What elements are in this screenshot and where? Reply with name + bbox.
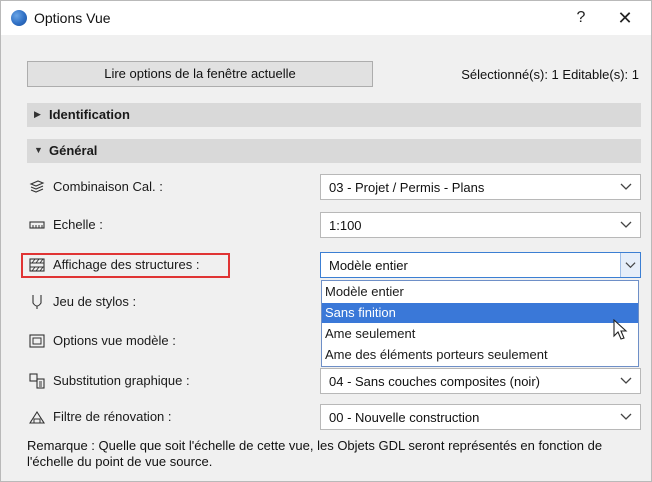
renovation-select[interactable]: 00 - Nouvelle construction [320, 404, 641, 430]
stylos-label: Jeu de stylos : [53, 294, 137, 309]
section-general[interactable]: ▼ Général [27, 139, 641, 163]
help-button[interactable]: ? [569, 6, 593, 30]
echelle-value: 1:100 [329, 218, 362, 233]
echelle-select[interactable]: 1:100 [320, 212, 641, 238]
section-identification[interactable]: ▶ Identification [27, 103, 641, 127]
affichage-select[interactable]: Modèle entier [320, 252, 641, 278]
chevron-down-icon [620, 413, 632, 420]
combinaison-label: Combinaison Cal. : [53, 179, 163, 194]
dropdown-option-ame-porteurs[interactable]: Ame des éléments porteurs seulement [322, 345, 638, 365]
dropdown-option-ame-seulement[interactable]: Ame seulement [322, 324, 638, 344]
combinaison-value: 03 - Projet / Permis - Plans [329, 180, 485, 195]
pen-icon [32, 295, 42, 309]
renovation-icon [29, 410, 45, 424]
app-logo-icon [11, 10, 27, 26]
remark-text: Remarque : Quelle que soit l'échelle de … [27, 438, 603, 469]
substitution-label: Substitution graphique : [53, 373, 190, 388]
ruler-icon [29, 221, 45, 229]
affichage-dropdown-list: Modèle entier Sans finition Ame seulemen… [321, 280, 639, 367]
layers-icon [29, 180, 45, 193]
renovation-value: 00 - Nouvelle construction [329, 410, 480, 425]
combinaison-select[interactable]: 03 - Projet / Permis - Plans [320, 174, 641, 200]
renovation-label: Filtre de rénovation : [53, 409, 172, 424]
expand-arrow-icon: ▶ [34, 109, 41, 119]
options-vue-label: Options vue modèle : [53, 333, 176, 348]
graphic-override-icon [29, 373, 45, 389]
substitution-select[interactable]: 04 - Sans couches composites (noir) [320, 368, 641, 394]
mouse-cursor-icon [613, 319, 628, 340]
chevron-down-icon [620, 183, 632, 190]
chevron-down-icon [620, 377, 632, 384]
dropdown-toggle[interactable] [620, 253, 640, 277]
structure-icon [29, 258, 45, 272]
options-vue-dialog: Options Vue ? ✕ Lire options de la fenêt… [0, 0, 652, 482]
close-button[interactable]: ✕ [613, 6, 637, 30]
section-general-label: Général [49, 143, 98, 158]
collapse-arrow-icon: ▼ [34, 145, 43, 155]
chevron-down-icon [620, 221, 632, 228]
selection-info: Sélectionné(s): 1 Editable(s): 1 [461, 67, 639, 82]
substitution-value: 04 - Sans couches composites (noir) [329, 374, 540, 389]
affichage-label: Affichage des structures : [53, 257, 200, 272]
title-bar: Options Vue ? ✕ [1, 1, 651, 35]
affichage-value: Modèle entier [329, 258, 408, 273]
window-title: Options Vue [34, 10, 111, 26]
read-current-window-options-button[interactable]: Lire options de la fenêtre actuelle [27, 61, 373, 87]
dropdown-option-sans-finition[interactable]: Sans finition [322, 303, 638, 323]
model-view-icon [29, 334, 45, 348]
chevron-down-icon [625, 262, 636, 269]
echelle-label: Echelle : [53, 217, 103, 232]
dropdown-option-modele-entier[interactable]: Modèle entier [322, 282, 638, 302]
section-identification-label: Identification [49, 107, 130, 122]
